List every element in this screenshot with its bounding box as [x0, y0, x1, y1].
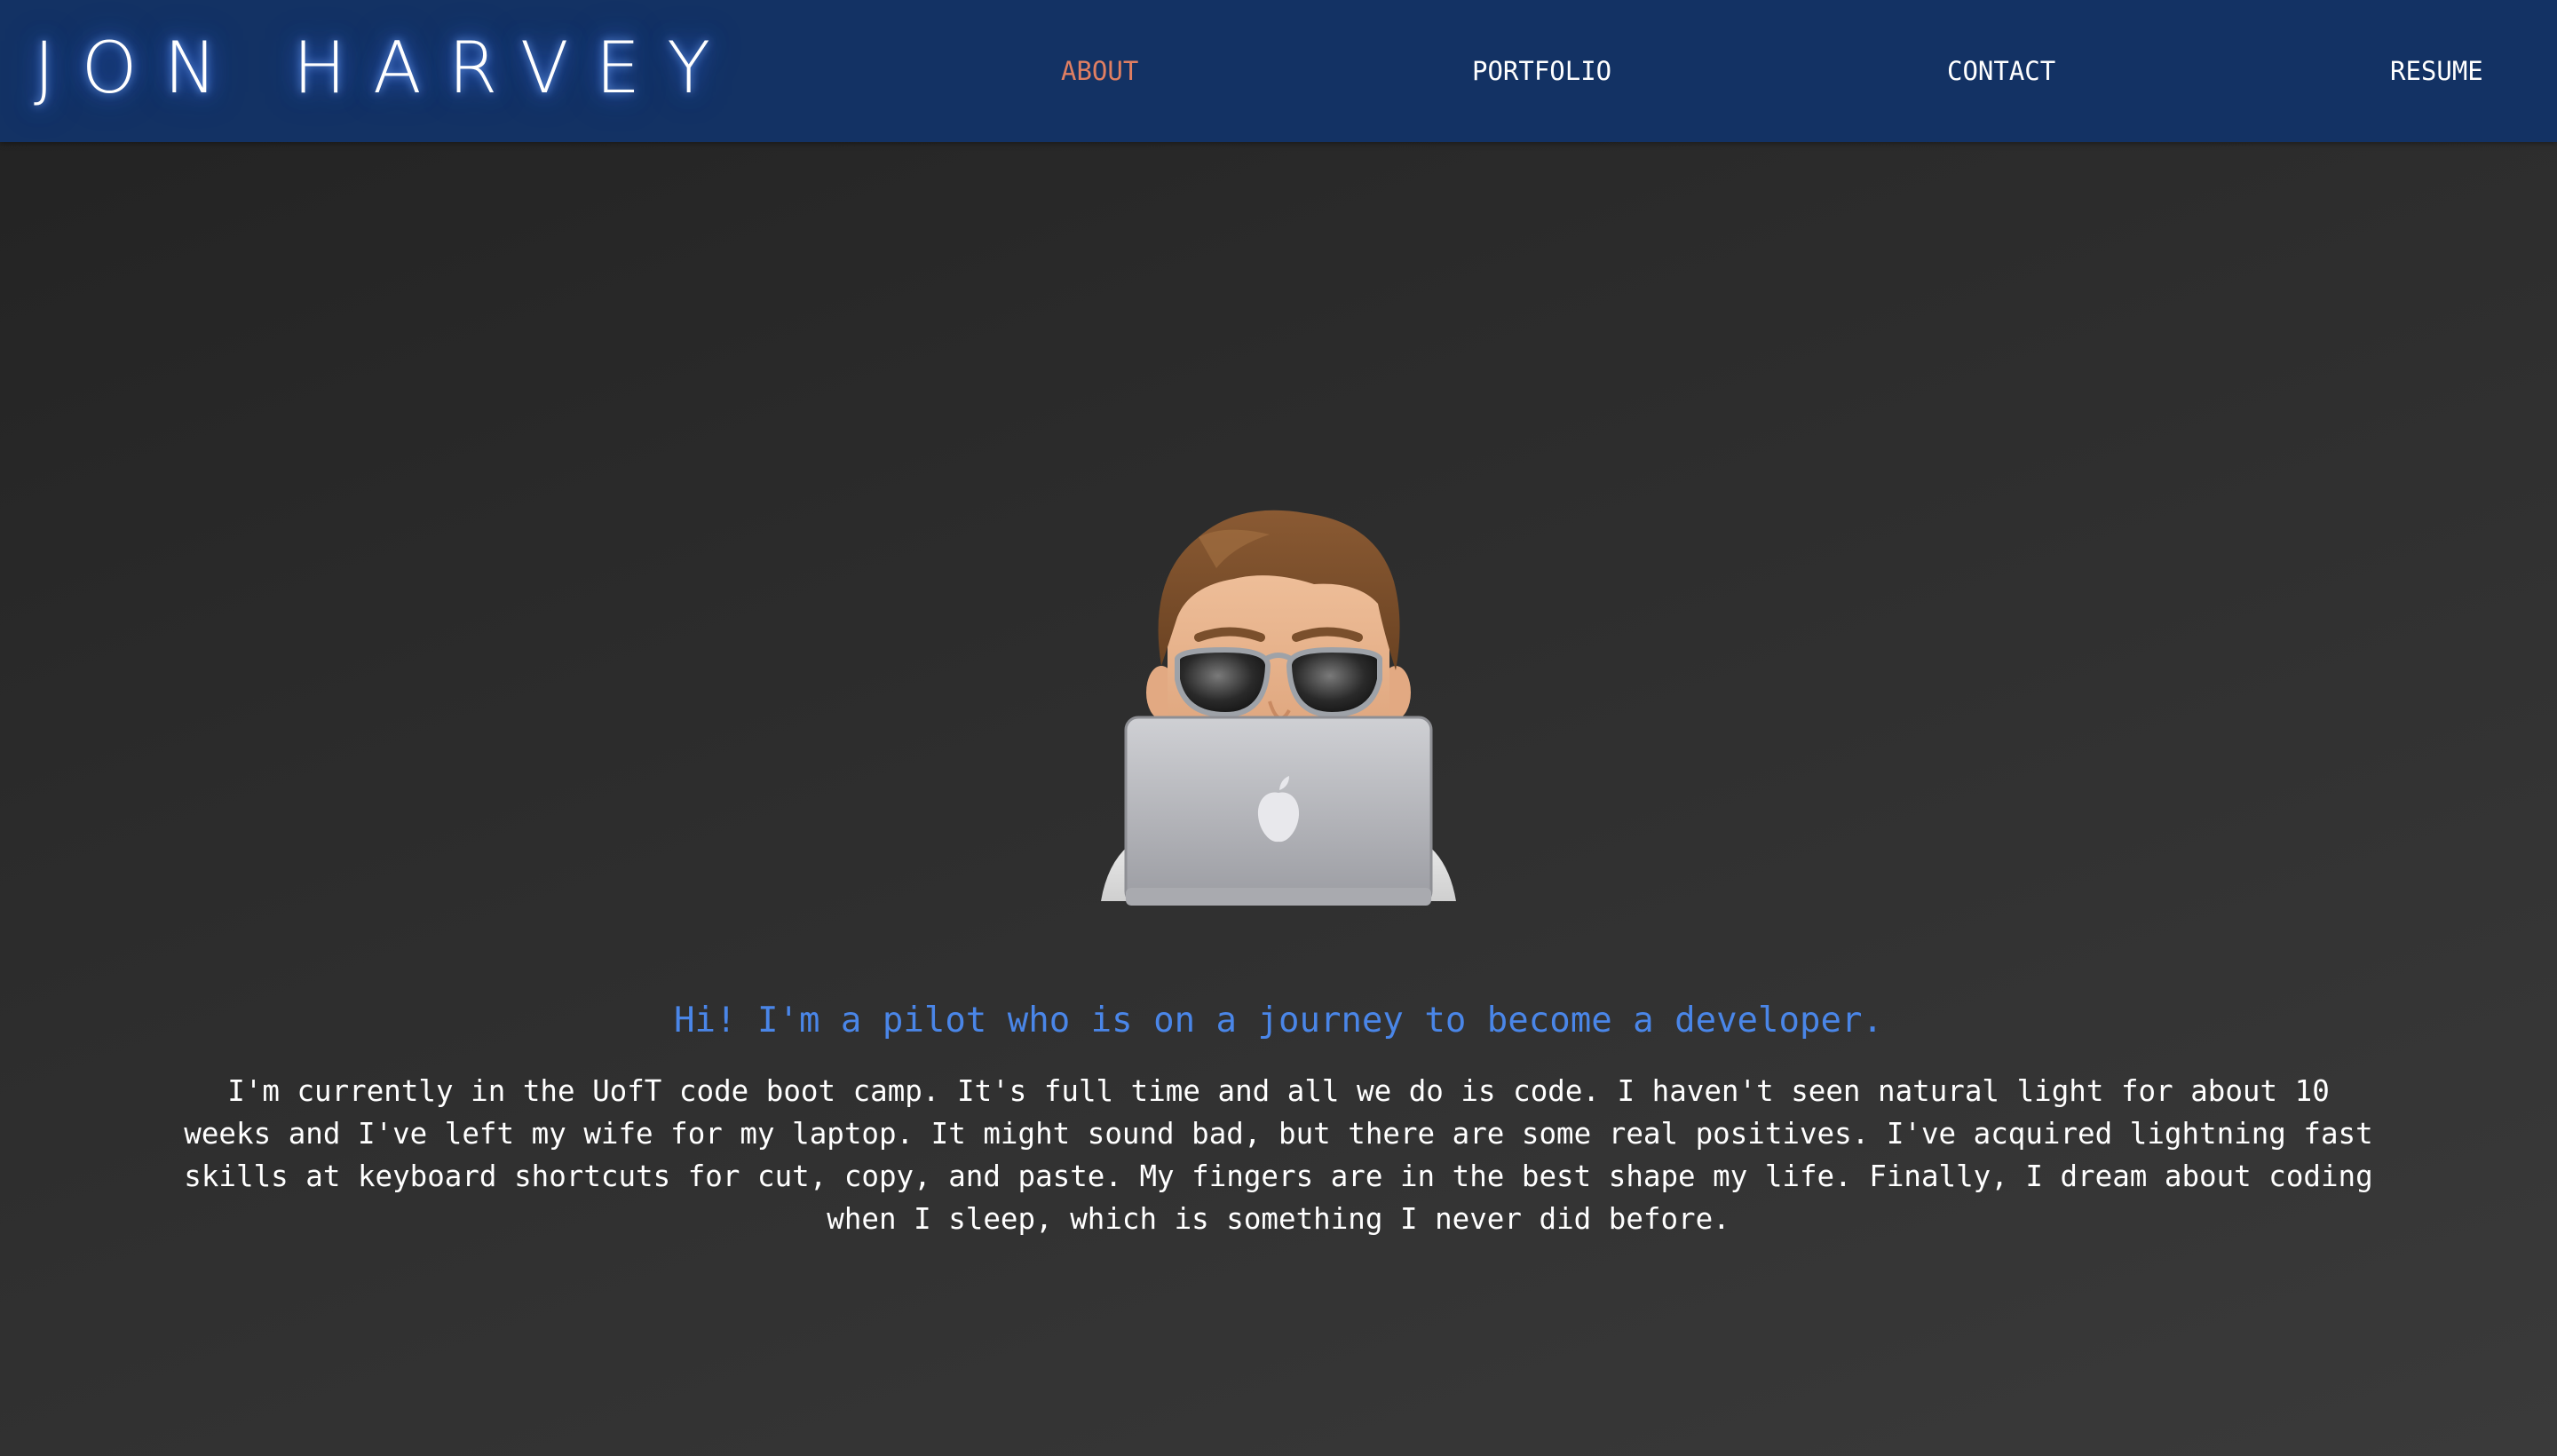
navbar: JON HARVEY ABOUT PORTFOLIO CONTACT RESUM…: [0, 0, 2557, 142]
nav-contact-link[interactable]: CONTACT: [1947, 51, 2055, 91]
nav-portfolio-link[interactable]: PORTFOLIO: [1472, 51, 1611, 91]
brand-logo[interactable]: JON HARVEY: [34, 20, 737, 117]
intro-headline: Hi! I'm a pilot who is on a journey to b…: [674, 1001, 1883, 1041]
nav-about-link[interactable]: ABOUT: [1061, 51, 1138, 91]
nav-resume-link[interactable]: RESUME: [2390, 51, 2483, 91]
memoji-laptop-icon: [1092, 497, 1465, 914]
bio-paragraph: I'm currently in the UofT code boot camp…: [184, 1074, 2373, 1236]
